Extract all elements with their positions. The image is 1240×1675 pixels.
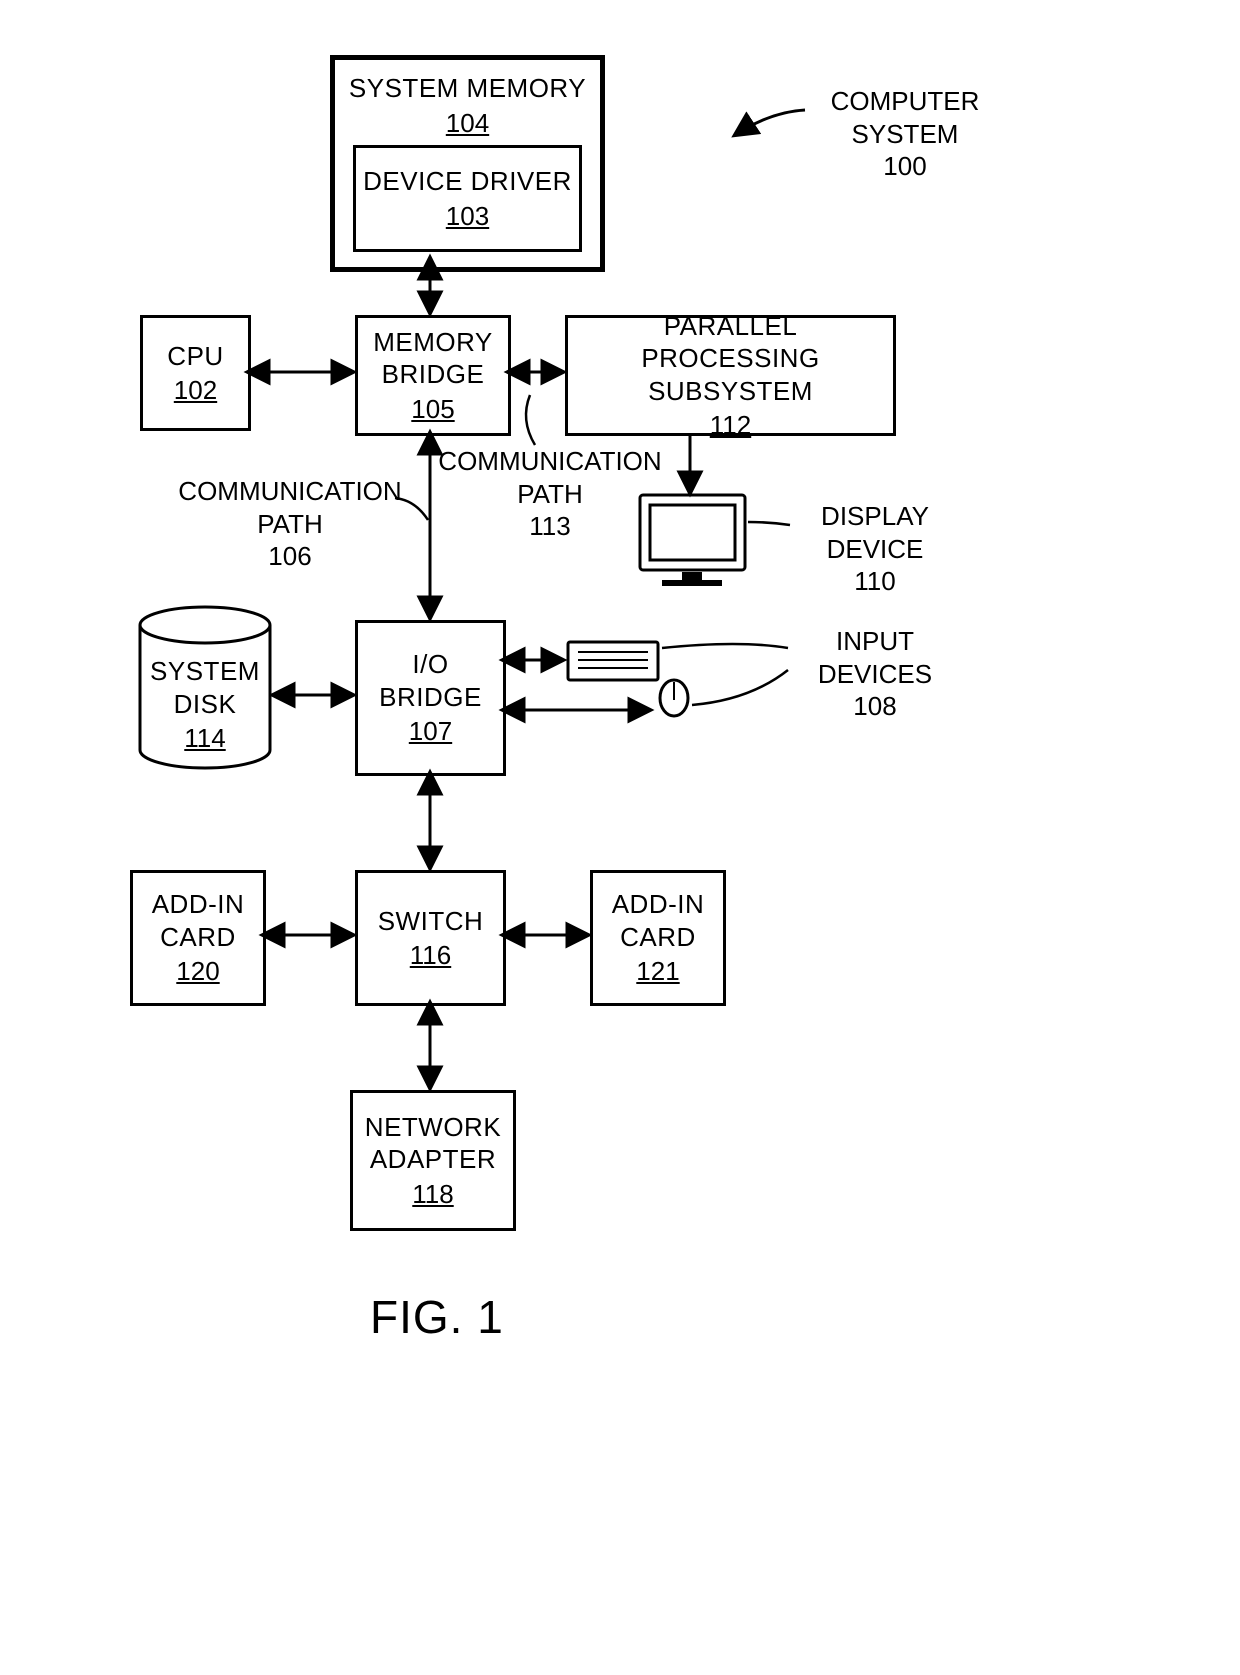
mouse-icon: [660, 680, 688, 716]
leader-input-kb: [662, 644, 788, 648]
label-input-devices: INPUT DEVICES 108: [790, 625, 960, 723]
block-addin-right: ADD-IN CARD 121: [590, 870, 726, 1006]
block-io-bridge: I/O BRIDGE 107: [355, 620, 506, 776]
diagram-canvas: SYSTEM MEMORY 104 DEVICE DRIVER 103 COMP…: [0, 0, 1240, 1675]
label-network-adapter: NETWORK ADAPTER: [365, 1111, 501, 1176]
label-system-disk: SYSTEM DISK: [140, 655, 270, 720]
ref-memory-bridge: 105: [411, 393, 454, 426]
ref-addin-right: 121: [636, 955, 679, 988]
label-comm-path-113-text: COMMUNICATION PATH: [430, 445, 670, 510]
block-addin-left: ADD-IN CARD 120: [130, 870, 266, 1006]
block-device-driver: DEVICE DRIVER 103: [353, 145, 582, 252]
leader-title-arrow: [735, 110, 805, 135]
label-memory-bridge: MEMORY BRIDGE: [373, 326, 493, 391]
label-comm-path-106-ref: 106: [170, 540, 410, 573]
label-input-ref: 108: [790, 690, 960, 723]
label-input-text: INPUT DEVICES: [790, 625, 960, 690]
leader-input-mouse: [692, 670, 788, 705]
label-comm-path-106: COMMUNICATION PATH 106: [170, 475, 410, 573]
label-system-memory: SYSTEM MEMORY: [349, 72, 586, 105]
label-io-bridge: I/O BRIDGE: [379, 648, 482, 713]
keyboard-icon: [568, 642, 658, 680]
label-cpu: CPU: [167, 340, 223, 373]
label-display-ref: 110: [790, 565, 960, 598]
block-switch: SWITCH 116: [355, 870, 506, 1006]
ref-pps: 112: [710, 409, 751, 442]
label-comm-path-106-text: COMMUNICATION PATH: [170, 475, 410, 540]
ref-cpu: 102: [174, 374, 217, 407]
block-system-memory: SYSTEM MEMORY 104 DEVICE DRIVER 103: [330, 55, 605, 272]
connectors-overlay: [0, 0, 1240, 1675]
title-ref: 100: [810, 150, 1000, 183]
label-comm-path-113: COMMUNICATION PATH 113: [430, 445, 670, 543]
label-pps: PARALLEL PROCESSING SUBSYSTEM: [568, 310, 893, 408]
block-cpu: CPU 102: [140, 315, 251, 431]
ref-addin-left: 120: [176, 955, 219, 988]
ref-switch: 116: [410, 939, 451, 972]
ref-io-bridge: 107: [409, 715, 452, 748]
label-device-driver: DEVICE DRIVER: [363, 165, 572, 198]
figure-label: FIG. 1: [370, 1290, 504, 1344]
title-computer-system: COMPUTER SYSTEM 100: [810, 85, 1000, 183]
block-memory-bridge: MEMORY BRIDGE 105: [355, 315, 511, 436]
ref-device-driver: 103: [446, 200, 489, 233]
block-system-disk: SYSTEM DISK 114: [140, 655, 270, 755]
label-switch: SWITCH: [378, 905, 484, 938]
label-display-text: DISPLAY DEVICE: [790, 500, 960, 565]
label-addin-right: ADD-IN CARD: [612, 888, 705, 953]
label-display-device: DISPLAY DEVICE 110: [790, 500, 960, 598]
title-label: COMPUTER SYSTEM: [810, 85, 1000, 150]
ref-system-memory: 104: [446, 107, 489, 140]
label-addin-left: ADD-IN CARD: [152, 888, 245, 953]
label-comm-path-113-ref: 113: [430, 510, 670, 543]
block-network-adapter: NETWORK ADAPTER 118: [350, 1090, 516, 1231]
leader-comm113: [526, 395, 535, 445]
ref-network-adapter: 118: [412, 1178, 453, 1211]
leader-display: [748, 522, 790, 525]
block-pps: PARALLEL PROCESSING SUBSYSTEM 112: [565, 315, 896, 436]
ref-system-disk: 114: [140, 722, 270, 755]
